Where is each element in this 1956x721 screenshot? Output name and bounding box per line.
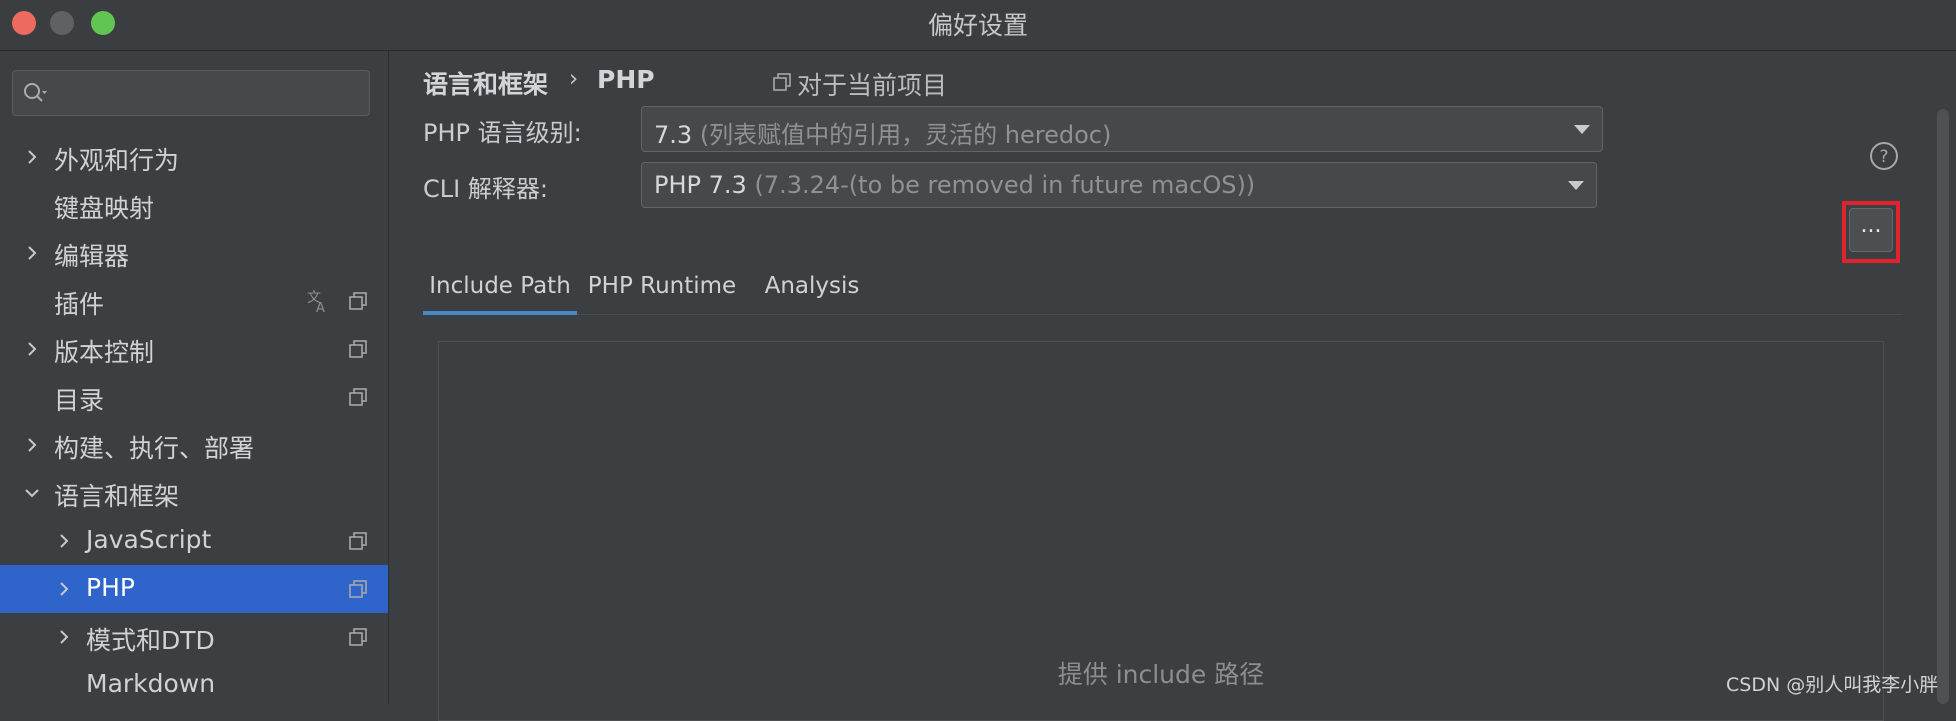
sidebar-item[interactable]: 目录 (0, 373, 388, 421)
sidebar-item[interactable]: 插件 文 A (0, 277, 388, 325)
watermark: CSDN @别人叫我李小胖 (1726, 674, 1939, 696)
copy-icon (349, 292, 367, 310)
sidebar-item-label: 模式和DTD (86, 626, 215, 655)
tab-label: PHP Runtime (587, 273, 737, 299)
php-level-version: 7.3 (654, 121, 693, 149)
svg-text:A: A (316, 301, 325, 314)
help-icon[interactable]: ? (1869, 141, 1899, 171)
chevron-right-icon[interactable] (24, 341, 40, 357)
chevron-down-icon (1574, 125, 1590, 134)
sidebar-item[interactable]: 外观和行为 (0, 133, 388, 181)
scrollbar-thumb[interactable] (1937, 109, 1949, 704)
copy-icon (773, 73, 791, 91)
cli-interpreter-name: PHP 7.3 (654, 171, 747, 199)
sidebar-item[interactable]: 键盘映射 (0, 181, 388, 229)
tab-include-path[interactable]: Include Path (423, 264, 577, 315)
sidebar-item-label: 构建、执行、部署 (54, 434, 255, 463)
chevron-right-icon[interactable] (56, 581, 72, 597)
sidebar-item[interactable]: 版本控制 (0, 325, 388, 373)
sidebar-item-label: 编辑器 (54, 242, 130, 271)
search-icon (24, 83, 47, 102)
configure-interpreters-button[interactable]: ... (1849, 208, 1893, 252)
sidebar-item[interactable]: PHP (0, 565, 388, 613)
sidebar-item[interactable]: JavaScript (0, 517, 388, 565)
sidebar-item-label: 插件 (54, 290, 105, 319)
breadcrumb-current: PHP (597, 65, 655, 94)
sidebar-item[interactable]: 语言和框架 (0, 469, 388, 517)
php-language-level-value: 7.3 (列表赋值中的引用，灵活的 heredoc) (654, 115, 1111, 150)
chevron-down-icon (1568, 181, 1584, 190)
tab-label: Include Path (429, 273, 571, 299)
tab-analysis[interactable]: Analysis (747, 264, 877, 314)
copy-icon (349, 532, 367, 550)
copy-icon (349, 628, 367, 646)
tab-label: Analysis (764, 273, 860, 299)
sidebar-item-label: 目录 (54, 386, 105, 415)
include-path-list[interactable]: 提供 include 路径 (438, 341, 1884, 721)
sidebar-item-label: 语言和框架 (54, 482, 180, 511)
php-level-description: (列表赋值中的引用，灵活的 heredoc) (699, 121, 1112, 149)
copy-icon (349, 388, 367, 406)
copy-icon (349, 340, 367, 358)
translate-icon: 文A (307, 290, 325, 314)
cli-interpreter-value: PHP 7.3 (7.3.24-(to be removed in future… (654, 171, 1255, 199)
sidebar-item-label: JavaScript (86, 525, 212, 554)
breadcrumb-separator: › (569, 66, 579, 92)
sidebar-item-label: PHP (86, 573, 135, 602)
vertical-scrollbar[interactable] (1937, 109, 1949, 704)
tab-bar: Include Path PHP Runtime Analysis (423, 264, 1903, 315)
sidebar-item[interactable]: Markdown (0, 661, 388, 709)
php-language-level-select[interactable]: 7.3 (列表赋值中的引用，灵活的 heredoc) (641, 106, 1603, 152)
tab-php-runtime[interactable]: PHP Runtime (577, 264, 747, 314)
chevron-right-icon[interactable] (56, 533, 72, 549)
sidebar-item-label: 外观和行为 (54, 146, 180, 175)
chevron-right-icon[interactable] (56, 629, 72, 645)
title-bar: 偏好设置 (0, 0, 1956, 51)
php-settings-page: 语言和框架 › PHP 对于当前项目 PHP 语言级别: 7.3 (列表赋值中的… (389, 51, 1956, 721)
sidebar-item-label: Markdown (86, 669, 216, 698)
breadcrumb-root[interactable]: 语言和框架 (423, 65, 548, 101)
chevron-right-icon[interactable] (24, 149, 40, 165)
cli-interpreter-detail: (7.3.24-(to be removed in future macOS)) (754, 171, 1256, 199)
chevron-down-icon[interactable] (24, 485, 40, 501)
php-language-level-label: PHP 语言级别: (423, 119, 582, 147)
cli-interpreter-select[interactable]: PHP 7.3 (7.3.24-(to be removed in future… (641, 162, 1597, 208)
settings-search-input[interactable] (12, 70, 370, 116)
sidebar-item-label: 键盘映射 (54, 194, 155, 223)
chevron-right-icon[interactable] (24, 437, 40, 453)
svg-text:?: ? (1879, 147, 1888, 167)
sidebar-item-label: 版本控制 (54, 338, 155, 367)
cli-interpreter-label: CLI 解释器: (423, 175, 548, 203)
sidebar-item[interactable]: 构建、执行、部署 (0, 421, 388, 469)
copy-icon (349, 580, 367, 598)
empty-list-hint: 提供 include 路径 (1057, 660, 1265, 689)
sidebar-item[interactable]: 编辑器 (0, 229, 388, 277)
chevron-right-icon[interactable] (24, 245, 40, 261)
window-title: 偏好设置 (927, 11, 1028, 40)
settings-sidebar: 外观和行为键盘映射编辑器插件 文 A 版本控制目录构建、执行、部署 语言和框架 JavaS… (0, 51, 389, 704)
sidebar-item[interactable]: 模式和DTD (0, 613, 388, 661)
project-scope-label: 对于当前项目 (797, 71, 948, 100)
